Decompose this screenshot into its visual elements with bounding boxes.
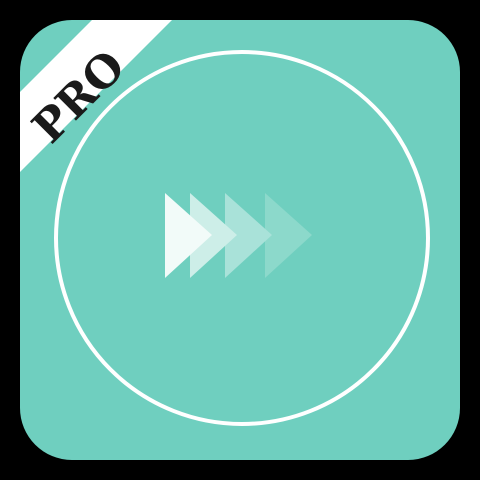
- fast-forward-icon: [165, 193, 312, 278]
- arrow-1: [165, 193, 212, 278]
- app-icon[interactable]: PRO: [20, 20, 460, 460]
- arrow-4: [265, 193, 312, 278]
- pro-ribbon: PRO: [20, 20, 172, 172]
- app-icon-artwork: PRO: [20, 20, 430, 426]
